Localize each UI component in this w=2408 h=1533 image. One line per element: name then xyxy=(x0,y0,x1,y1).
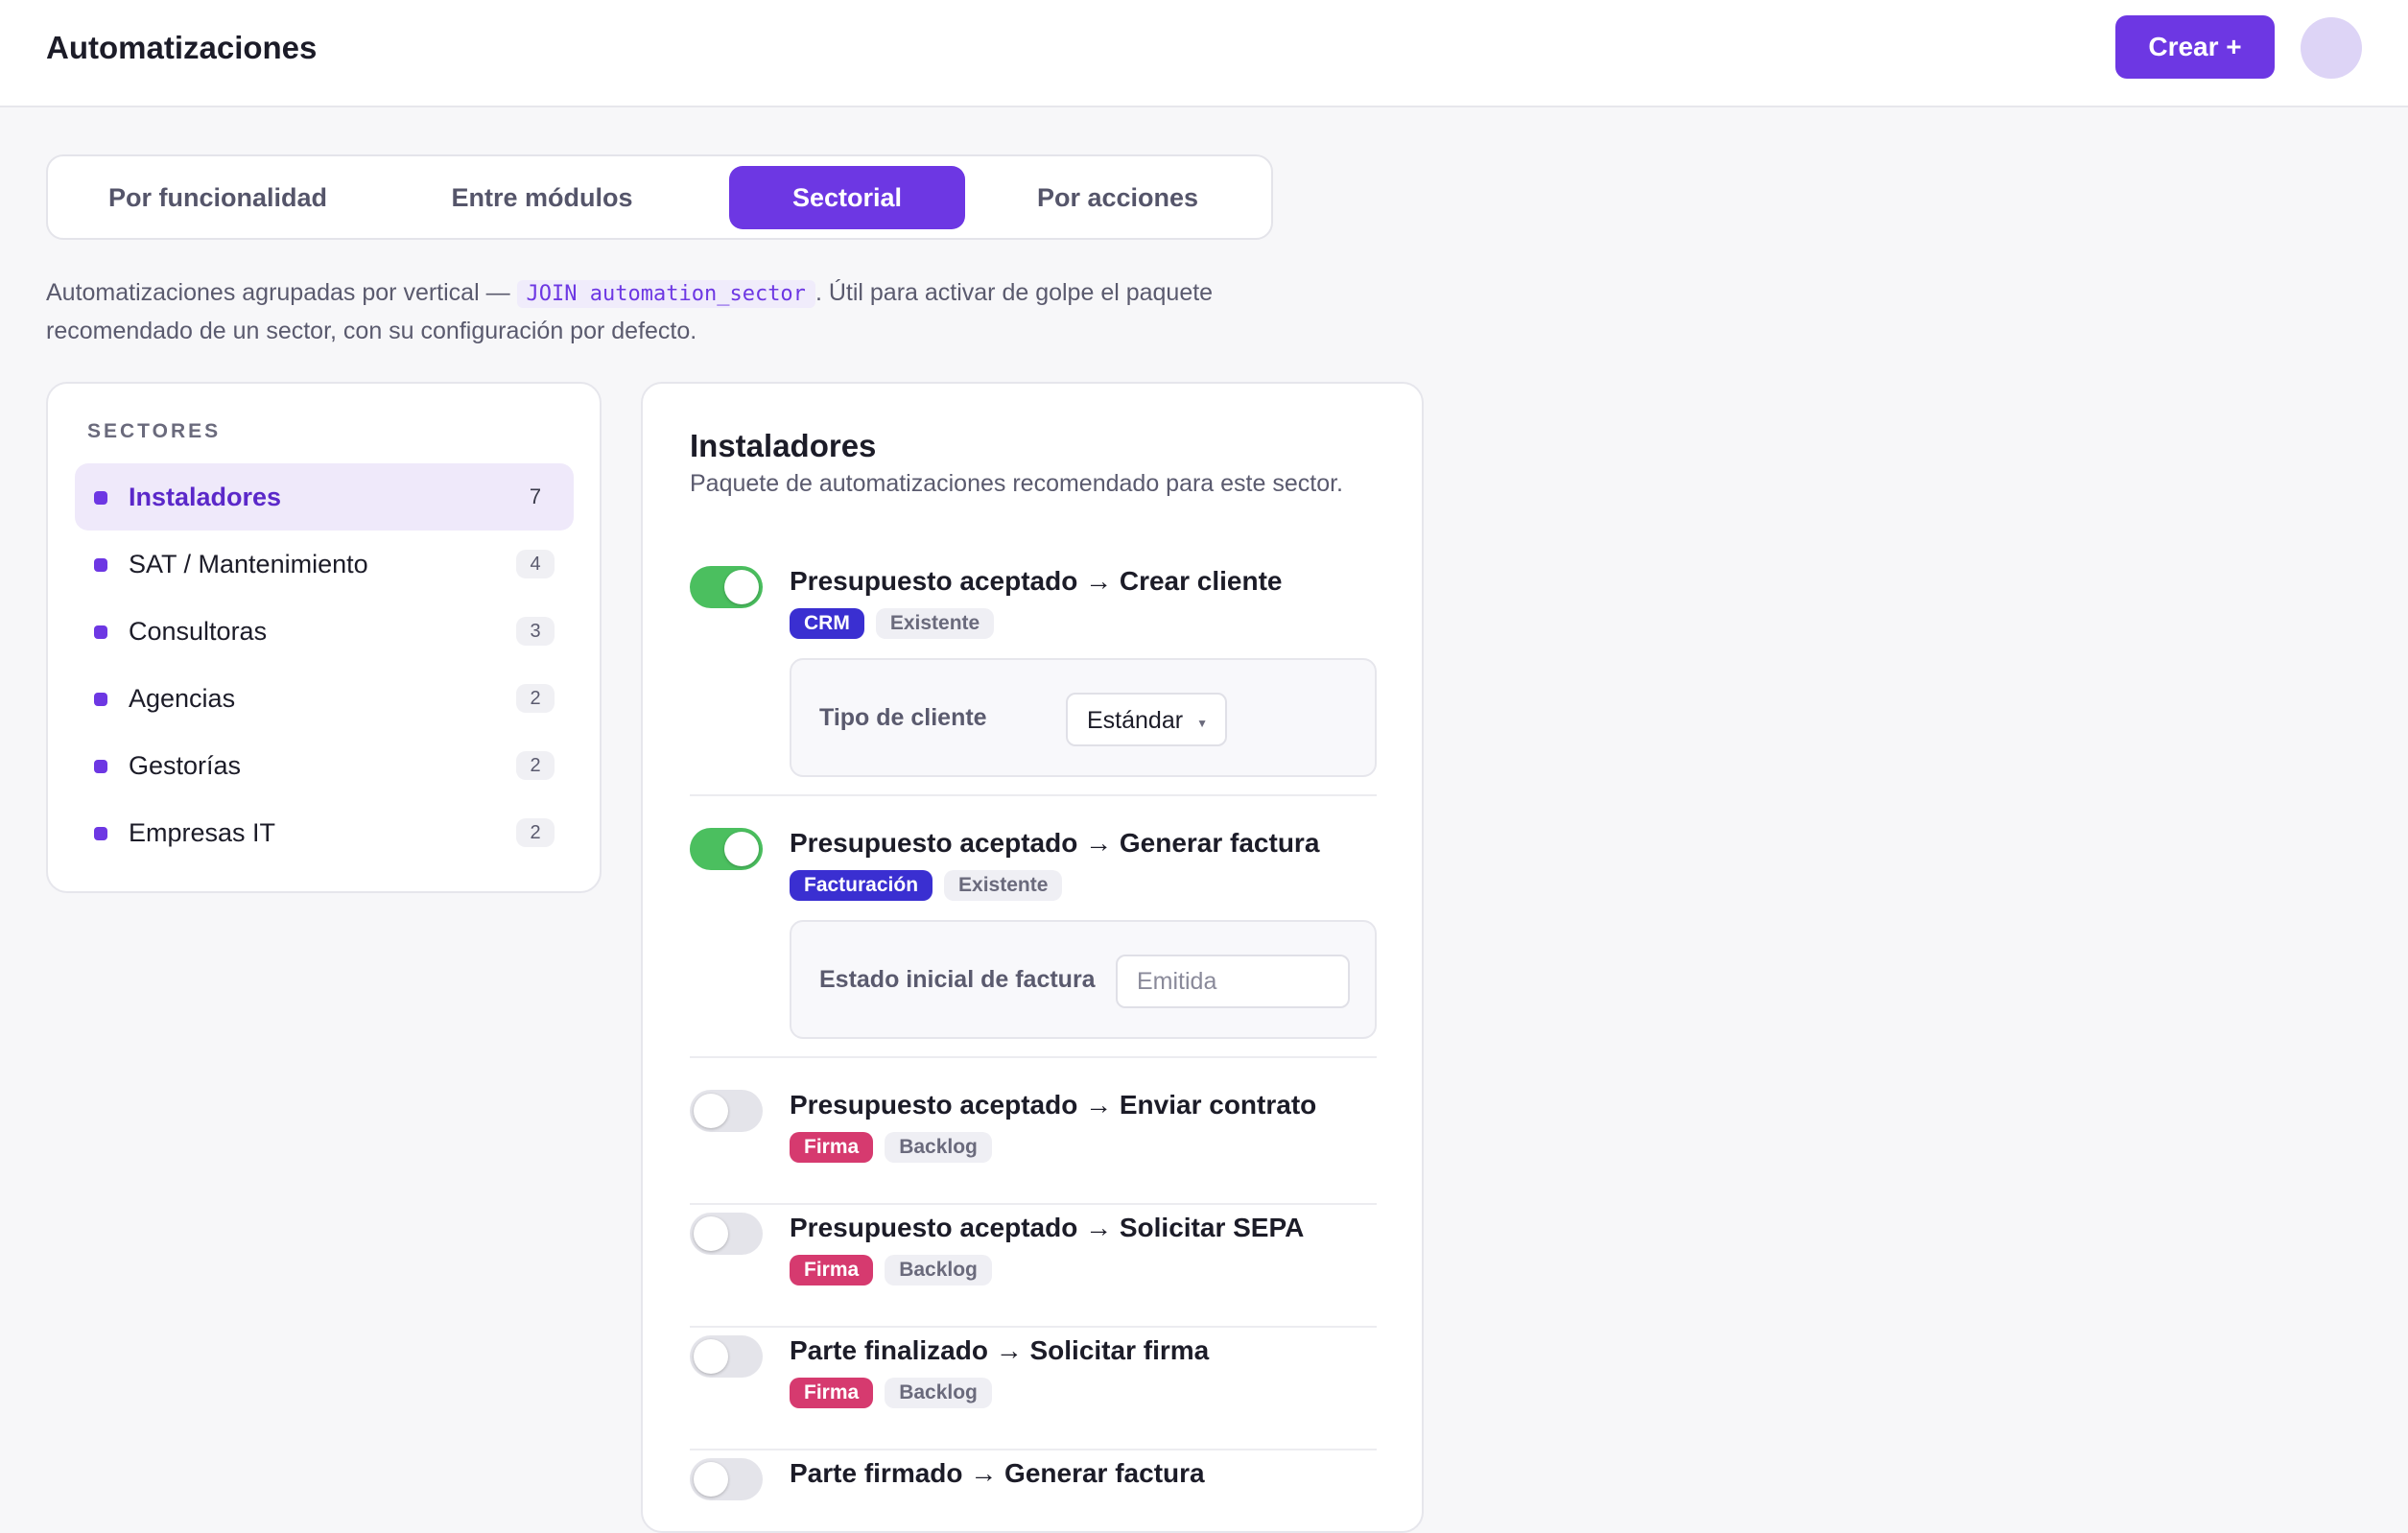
automation-toggle[interactable] xyxy=(690,828,763,870)
automation-config: Tipo de cliente Estándar ▼ xyxy=(790,658,1377,777)
module-tag: Firma xyxy=(790,1255,874,1285)
automation-item: Presupuesto aceptado → Enviar contrato F… xyxy=(690,1082,1377,1205)
create-button[interactable]: Crear + xyxy=(2115,15,2275,79)
status-tag: Backlog xyxy=(885,1378,992,1408)
module-tag: Firma xyxy=(790,1378,874,1408)
automation-tags: Facturación Existente xyxy=(790,870,1063,901)
toggle-knob xyxy=(724,570,759,604)
top-header: Automatizaciones Crear + xyxy=(0,0,2408,107)
sector-name: Gestorías xyxy=(129,751,242,780)
panel-title: Instaladores xyxy=(690,428,877,463)
automation-toggle[interactable] xyxy=(690,1335,763,1378)
toggle-knob xyxy=(724,832,759,866)
page-title: Automatizaciones xyxy=(46,30,318,65)
status-tag: Existente xyxy=(944,870,1063,901)
tab-sectorial[interactable]: Sectorial xyxy=(729,166,965,229)
automation-config: Estado inicial de factura xyxy=(790,920,1377,1039)
sector-item-instaladores[interactable]: Instaladores 7 xyxy=(75,463,574,531)
automation-title: Presupuesto aceptado → Solicitar SEPA xyxy=(790,1213,1305,1242)
automation-item: Presupuesto aceptado → Solicitar SEPA Fi… xyxy=(690,1205,1377,1328)
automation-tags: CRM Existente xyxy=(790,608,995,639)
client-type-select[interactable]: Estándar ▼ xyxy=(1066,693,1227,746)
module-tag: Firma xyxy=(790,1132,874,1163)
select-value: Estándar xyxy=(1087,707,1184,734)
avatar[interactable] xyxy=(2301,17,2362,79)
automation-item: Parte finalizado → Solicitar firma Firma… xyxy=(690,1328,1377,1450)
sector-count-badge: 2 xyxy=(516,751,555,780)
sector-name: Agencias xyxy=(129,684,236,713)
description-text-start: Automatizaciones agrupadas por vertical … xyxy=(46,279,517,306)
sector-count-badge: 4 xyxy=(516,550,555,578)
toggle-knob xyxy=(694,1339,728,1374)
sectors-panel: SECTORES Instaladores 7 SAT / Mantenimie… xyxy=(46,382,602,893)
toggle-knob xyxy=(694,1216,728,1251)
sector-name: Instaladores xyxy=(129,483,282,511)
toggle-knob xyxy=(694,1462,728,1497)
automation-tags: Firma Backlog xyxy=(790,1378,992,1408)
automation-tags: Firma Backlog xyxy=(790,1132,992,1163)
sector-item-gestorias[interactable]: Gestorías 2 xyxy=(75,732,574,799)
automation-toggle[interactable] xyxy=(690,1213,763,1255)
sector-count-badge: 7 xyxy=(529,484,542,508)
module-tag: Facturación xyxy=(790,870,933,901)
panel-subtitle: Paquete de automatizaciones recomendado … xyxy=(690,470,1343,497)
sector-dot-icon xyxy=(94,760,107,773)
sectors-heading: SECTORES xyxy=(87,420,222,442)
automation-item: Presupuesto aceptado → Generar factura F… xyxy=(690,820,1377,1058)
sector-name: Empresas IT xyxy=(129,818,276,847)
config-label: Tipo de cliente xyxy=(819,704,987,731)
chevron-down-icon: ▼ xyxy=(1196,717,1208,730)
sector-count-badge: 2 xyxy=(516,818,555,847)
sector-name: SAT / Mantenimiento xyxy=(129,550,368,578)
automation-toggle[interactable] xyxy=(690,1458,763,1500)
tab-por-funcionalidad[interactable]: Por funcionalidad xyxy=(107,166,328,229)
automation-tags: Firma Backlog xyxy=(790,1255,992,1285)
divider xyxy=(690,794,1377,796)
config-label: Estado inicial de factura xyxy=(819,966,1096,993)
tab-por-acciones[interactable]: Por acciones xyxy=(1007,166,1228,229)
automation-item: Presupuesto aceptado → Crear cliente CRM… xyxy=(690,558,1377,796)
automation-title: Presupuesto aceptado → Crear cliente xyxy=(790,566,1283,596)
automation-title: Parte finalizado → Solicitar firma xyxy=(790,1335,1210,1365)
sector-count-badge: 2 xyxy=(516,684,555,713)
sector-dot-icon xyxy=(94,693,107,706)
automations-panel: Instaladores Paquete de automatizaciones… xyxy=(641,382,1424,1533)
sector-dot-icon xyxy=(94,558,107,572)
automation-item: Parte firmado → Generar factura xyxy=(690,1450,1377,1508)
sector-item-empresas-it[interactable]: Empresas IT 2 xyxy=(75,799,574,866)
divider xyxy=(690,1056,1377,1058)
automation-title: Parte firmado → Generar factura xyxy=(790,1458,1205,1488)
status-tag: Backlog xyxy=(885,1132,992,1163)
code-snippet: JOIN automation_sector xyxy=(516,280,815,308)
invoice-status-input[interactable] xyxy=(1116,955,1350,1008)
automation-title: Presupuesto aceptado → Enviar contrato xyxy=(790,1090,1317,1120)
toggle-knob xyxy=(694,1094,728,1128)
automation-toggle[interactable] xyxy=(690,1090,763,1132)
automation-title: Presupuesto aceptado → Generar factura xyxy=(790,828,1320,858)
sector-dot-icon xyxy=(94,625,107,639)
sector-dot-icon xyxy=(94,491,107,505)
sector-name: Consultoras xyxy=(129,617,268,646)
sector-count-badge: 3 xyxy=(516,617,555,646)
view-tabs: Por funcionalidad Entre módulos Sectoria… xyxy=(46,154,1273,240)
status-tag: Backlog xyxy=(885,1255,992,1285)
module-tag: CRM xyxy=(790,608,864,639)
sector-dot-icon xyxy=(94,827,107,840)
status-tag: Existente xyxy=(875,608,995,639)
sector-item-sat-mantenimiento[interactable]: SAT / Mantenimiento 4 xyxy=(75,531,574,598)
description: Automatizaciones agrupadas por vertical … xyxy=(46,274,1245,350)
sector-item-consultoras[interactable]: Consultoras 3 xyxy=(75,598,574,665)
sector-item-agencias[interactable]: Agencias 2 xyxy=(75,665,574,732)
automation-toggle[interactable] xyxy=(690,566,763,608)
tab-entre-modulos[interactable]: Entre módulos xyxy=(432,166,652,229)
